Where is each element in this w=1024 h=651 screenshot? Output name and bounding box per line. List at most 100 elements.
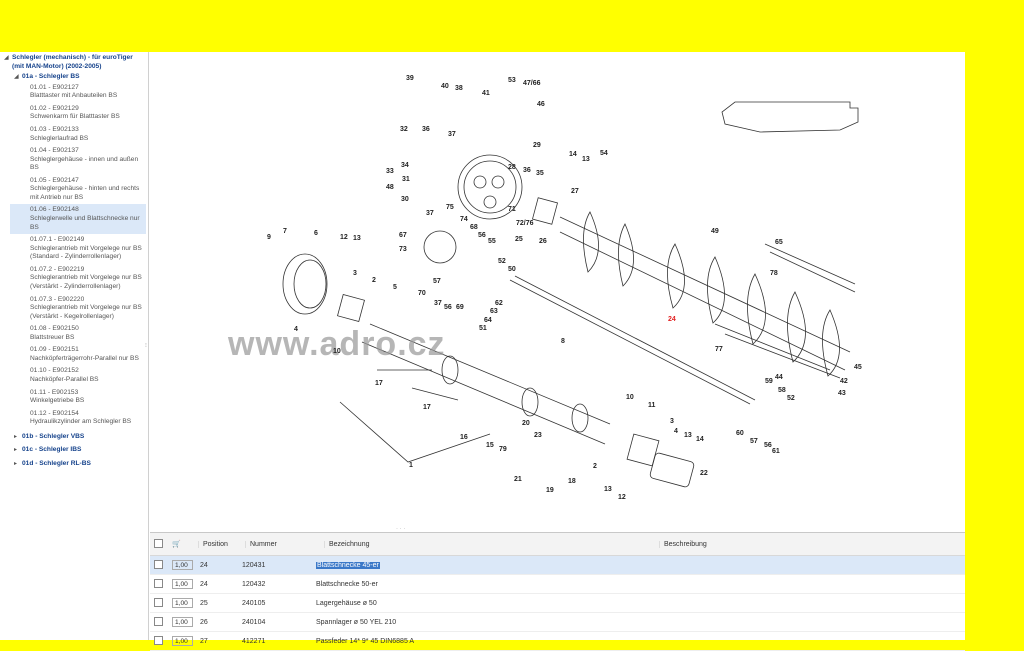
callout-number[interactable]: 18 (568, 478, 576, 485)
callout-number[interactable]: 4 (294, 326, 298, 333)
callout-number[interactable]: 14 (569, 151, 577, 158)
quantity-input[interactable]: 1,00 (172, 617, 193, 627)
tree-leaf[interactable]: 01.09 - E902151 Nachköpferträgerrohr-Para… (10, 344, 146, 365)
callout-number[interactable]: 36 (422, 126, 430, 133)
row-checkbox[interactable] (154, 578, 163, 588)
row-checkbox[interactable] (154, 597, 163, 607)
callout-number[interactable]: 23 (534, 432, 542, 439)
quantity-input[interactable]: 1,00 (172, 560, 193, 570)
callout-number[interactable]: 77 (715, 346, 723, 353)
callout-number[interactable]: 10 (626, 394, 634, 401)
tree-leaf[interactable]: 01.07.1 - E902149 Schleglerantrieb mit Vo… (10, 234, 146, 264)
callout-number[interactable]: 31 (402, 176, 410, 183)
tree-group-node[interactable]: ▸ 01b - Schlegler VBS (14, 433, 146, 442)
callout-number[interactable]: 32 (400, 126, 408, 133)
callout-number[interactable]: 35 (536, 170, 544, 177)
callout-number[interactable]: 25 (515, 236, 523, 243)
callout-number[interactable]: 13 (604, 486, 612, 493)
tree-leaf[interactable]: 01.01 - E902127 Blatttaster mit Anbauteil… (10, 82, 146, 103)
tree-group-node[interactable]: ▸ 01d - Schlegler RL-BS (14, 460, 146, 469)
table-row[interactable]: 1,00 27 412271 Passfeder 14* 9* 45 DIN68… (150, 632, 965, 651)
quantity-input[interactable]: 1,00 (172, 598, 193, 608)
select-all-checkbox[interactable] (154, 538, 163, 548)
callout-number[interactable]: 68 (470, 224, 478, 231)
tree-leaf[interactable]: 01.02 - E902129 Schwenkarm für Blatttaste… (10, 103, 146, 124)
callout-number[interactable]: 74 (460, 216, 468, 223)
callout-number[interactable]: 70 (418, 290, 426, 297)
tree-leaf[interactable]: 01.08 - E902150 Blattstreuer BS (10, 323, 146, 344)
callout-number[interactable]: 59 (765, 378, 773, 385)
callout-number[interactable]: 50 (508, 266, 516, 273)
callout-number[interactable]: 30 (401, 196, 409, 203)
callout-number[interactable]: 3 (353, 270, 357, 277)
table-row[interactable]: 1,00 25 240105 Lagergehäuse ø 50 (150, 594, 965, 613)
callout-number[interactable]: 47/66 (523, 80, 541, 87)
callout-number[interactable]: 51 (479, 325, 487, 332)
callout-number[interactable]: 60 (736, 430, 744, 437)
collapsed-arrow-icon[interactable]: ▸ (14, 446, 22, 454)
callout-number[interactable]: 4 (674, 428, 678, 435)
callout-number[interactable]: 2 (593, 463, 597, 470)
callout-number[interactable]: 43 (838, 390, 846, 397)
callout-number[interactable]: 53 (508, 77, 516, 84)
callout-number[interactable]: 38 (455, 85, 463, 92)
callout-number[interactable]: 79 (499, 446, 507, 453)
callout-number[interactable]: 69 (456, 304, 464, 311)
callout-number[interactable]: 19 (546, 487, 554, 494)
callout-number[interactable]: 61 (772, 448, 780, 455)
expanded-arrow-icon[interactable]: ◢ (14, 73, 22, 81)
callout-number[interactable]: 13 (582, 156, 590, 163)
callout-number[interactable]: 22 (700, 470, 708, 477)
callout-number[interactable]: 56 (764, 442, 772, 449)
callout-number[interactable]: 29 (533, 142, 541, 149)
tree-leaf[interactable]: 01.11 - E902153 Winkelgetriebe BS (10, 387, 146, 408)
callout-number[interactable]: 72/76 (516, 220, 534, 227)
callout-number[interactable]: 17 (423, 404, 431, 411)
callout-number[interactable]: 7 (283, 228, 287, 235)
tree-group-node[interactable]: ◢ 01a - Schlegler BS (14, 73, 146, 82)
expanded-arrow-icon[interactable]: ◢ (4, 54, 12, 62)
table-row[interactable]: 1,00 24 120432 Blattschnecke 50-er (150, 575, 965, 594)
row-checkbox[interactable] (154, 559, 163, 569)
tree-leaf-selected[interactable]: 01.06 - E902148 Schleglerwelle und Blatts… (10, 204, 146, 235)
sidebar-splitter-handle[interactable]: ⁝ (145, 342, 148, 354)
callout-number[interactable]: 57 (750, 438, 758, 445)
row-checkbox[interactable] (154, 616, 163, 626)
callout-number[interactable]: 78 (770, 270, 778, 277)
tree-leaf[interactable]: 01.03 - E902133 Schleglerlaufrad BS (10, 124, 146, 145)
tree-group-node[interactable]: ▸ 01c - Schlegler IBS (14, 446, 146, 455)
callout-number[interactable]: 37 (448, 131, 456, 138)
callout-number[interactable]: 63 (490, 308, 498, 315)
callout-number[interactable]: 42 (840, 378, 848, 385)
callout-number[interactable]: 52 (498, 258, 506, 265)
tree-root-node[interactable]: ◢ Schlegler (mechanisch) - für euroTiger… (4, 54, 146, 71)
callout-number[interactable]: 3 (670, 418, 674, 425)
callout-number[interactable]: 15 (486, 442, 494, 449)
callout-number[interactable]: 33 (386, 168, 394, 175)
header-bezeichnung[interactable]: Bezeichnung (324, 540, 659, 548)
callout-number[interactable]: 12 (340, 234, 348, 241)
callout-number[interactable]: 44 (775, 374, 783, 381)
callout-number[interactable]: 21 (514, 476, 522, 483)
header-position[interactable]: Position (198, 540, 245, 548)
table-row[interactable]: 1,00 24 120431 Blattschnecke 45-er (150, 556, 965, 575)
callout-number[interactable]: 11 (648, 402, 655, 409)
callout-number[interactable]: 13 (353, 235, 361, 242)
collapsed-arrow-icon[interactable]: ▸ (14, 433, 22, 441)
tree-leaf[interactable]: 01.10 - E902152 Nachköpfer-Parallel BS (10, 365, 146, 386)
table-row[interactable]: 1,00 26 240104 Spannlager ø 50 YEL 210 (150, 613, 965, 632)
callout-number[interactable]: 37 (434, 300, 442, 307)
callout-number[interactable]: 12 (618, 494, 626, 501)
cart-icon[interactable]: 🛒 (172, 540, 198, 548)
callout-number[interactable]: 45 (854, 364, 862, 371)
header-beschreibung[interactable]: Beschreibung (659, 540, 965, 548)
callout-number[interactable]: 27 (571, 188, 579, 195)
tree-leaf[interactable]: 01.05 - E902147 Schleglergehäuse - hinten… (10, 175, 146, 205)
callout-number[interactable]: 67 (399, 232, 407, 239)
row-checkbox[interactable] (154, 635, 163, 645)
tree-leaf[interactable]: 01.12 - E902154 Hydraulikzylinder am Schl… (10, 408, 146, 429)
callout-number[interactable]: 56 (444, 304, 452, 311)
callout-number[interactable]: 48 (386, 184, 394, 191)
callout-number[interactable]: 39 (406, 75, 414, 82)
collapsed-arrow-icon[interactable]: ▸ (14, 460, 22, 468)
